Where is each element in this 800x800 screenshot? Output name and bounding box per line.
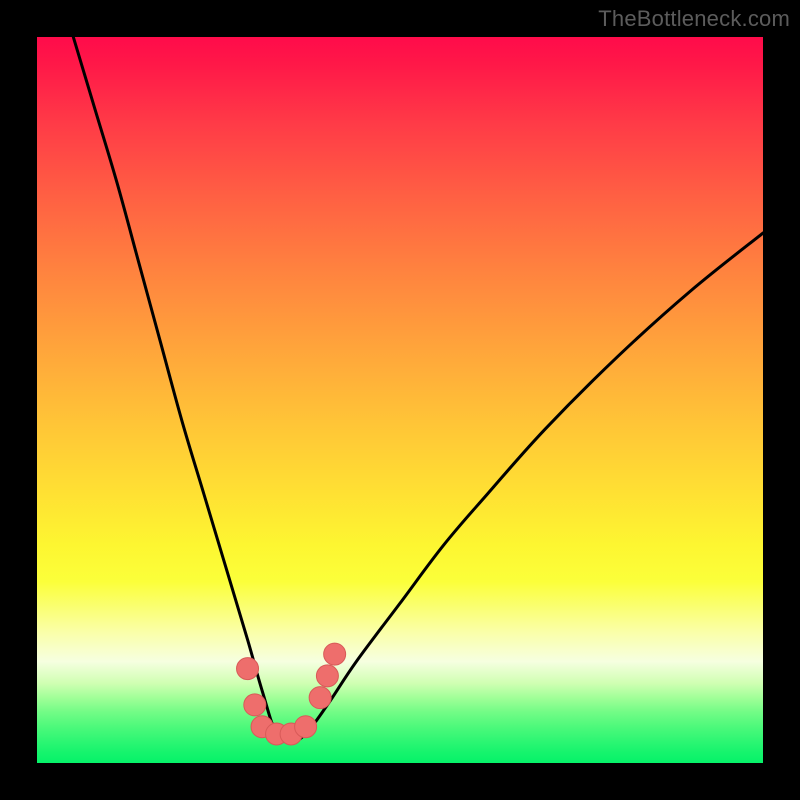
bottleneck-curve — [73, 37, 763, 741]
chart-svg — [37, 37, 763, 763]
data-marker — [237, 658, 259, 680]
data-marker — [316, 665, 338, 687]
data-marker — [295, 716, 317, 738]
watermark-text: TheBottleneck.com — [598, 6, 790, 32]
data-marker — [309, 687, 331, 709]
plot-area — [37, 37, 763, 763]
data-marker — [244, 694, 266, 716]
chart-frame: TheBottleneck.com — [0, 0, 800, 800]
data-marker — [324, 643, 346, 665]
